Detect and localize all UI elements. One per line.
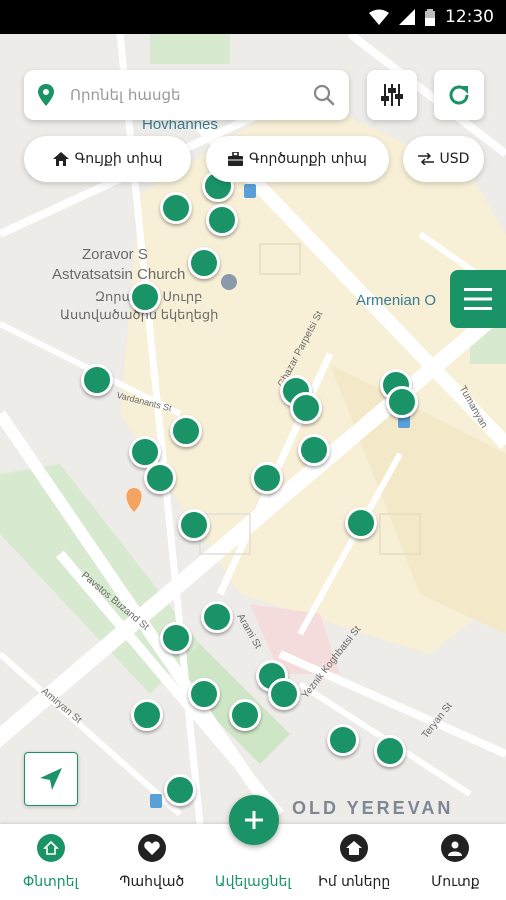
home-icon <box>340 834 369 862</box>
status-bar: 12:30 <box>0 0 506 34</box>
home-type-chip[interactable]: Գույքի տիպ <box>24 136 191 182</box>
map-label-old-yerevan: OLD YEREVAN <box>292 798 454 818</box>
heart-icon <box>137 834 166 862</box>
nav-my-homes[interactable]: Իմ տները <box>304 824 405 900</box>
listing-marker[interactable] <box>164 774 196 806</box>
currency-label: USD <box>439 151 470 167</box>
nav-login[interactable]: Մուտք <box>405 824 506 900</box>
listing-marker[interactable] <box>160 622 192 654</box>
listing-marker[interactable] <box>327 724 359 756</box>
listing-marker[interactable] <box>298 434 330 466</box>
nav-saved-label: Պահված <box>119 874 185 890</box>
sliders-icon <box>381 84 403 106</box>
map-label-armenian-o: Armenian O <box>356 292 437 309</box>
listing-marker[interactable] <box>386 386 418 418</box>
business-type-label: Գործարքի տիպ <box>249 151 367 167</box>
listing-marker[interactable] <box>129 281 161 313</box>
listing-marker[interactable] <box>178 509 210 541</box>
wifi-icon <box>369 9 389 25</box>
nav-my-homes-label: Իմ տները <box>318 874 391 890</box>
listing-marker[interactable] <box>268 678 300 710</box>
currency-chip[interactable]: USD <box>403 136 484 182</box>
nav-add-label: Ավելացնել <box>214 874 292 890</box>
search-home-icon <box>36 834 65 862</box>
add-listing-fab[interactable] <box>229 795 279 845</box>
listing-marker[interactable] <box>160 192 192 224</box>
listing-marker[interactable] <box>201 601 233 633</box>
plus-icon <box>245 811 263 829</box>
nav-search-label: Փնտրել <box>22 874 79 890</box>
signal-icon <box>399 9 415 25</box>
listing-marker[interactable] <box>345 507 377 539</box>
search-input[interactable] <box>68 85 313 105</box>
nav-search[interactable]: Փնտրել <box>0 824 101 900</box>
side-menu-button[interactable] <box>450 270 506 328</box>
listing-marker[interactable] <box>229 699 261 731</box>
listing-marker[interactable] <box>374 735 406 767</box>
swap-icon <box>417 153 434 165</box>
map-label-zoravor-1: Zoravor S <box>82 246 148 263</box>
location-pin-icon <box>38 84 54 106</box>
menu-icon <box>464 288 492 310</box>
refresh-icon <box>449 85 469 105</box>
battery-icon <box>425 8 435 26</box>
briefcase-icon <box>228 152 244 166</box>
nav-login-label: Մուտք <box>431 874 480 890</box>
listing-marker[interactable] <box>131 699 163 731</box>
listing-marker[interactable] <box>206 204 238 236</box>
my-location-button[interactable] <box>24 752 78 806</box>
business-type-chip[interactable]: Գործարքի տիպ <box>206 136 389 182</box>
address-search-bar <box>24 70 349 120</box>
listing-marker[interactable] <box>81 364 113 396</box>
listing-marker[interactable] <box>170 415 202 447</box>
home-type-label: Գույքի տիպ <box>74 151 163 167</box>
listing-marker[interactable] <box>290 392 322 424</box>
home-icon <box>52 152 69 166</box>
listing-marker[interactable] <box>144 462 176 494</box>
user-icon <box>441 834 470 862</box>
refresh-button[interactable] <box>434 70 484 120</box>
filter-settings-button[interactable] <box>367 70 417 120</box>
listing-marker[interactable] <box>251 462 283 494</box>
listing-marker[interactable] <box>188 678 220 710</box>
navigate-arrow-icon <box>40 768 62 790</box>
search-icon[interactable] <box>313 84 335 106</box>
listing-marker[interactable] <box>188 247 220 279</box>
map-label-zoravor-2: Astvatsatsin Church <box>52 266 186 283</box>
status-time: 12:30 <box>445 7 494 27</box>
nav-saved[interactable]: Պահված <box>101 824 202 900</box>
